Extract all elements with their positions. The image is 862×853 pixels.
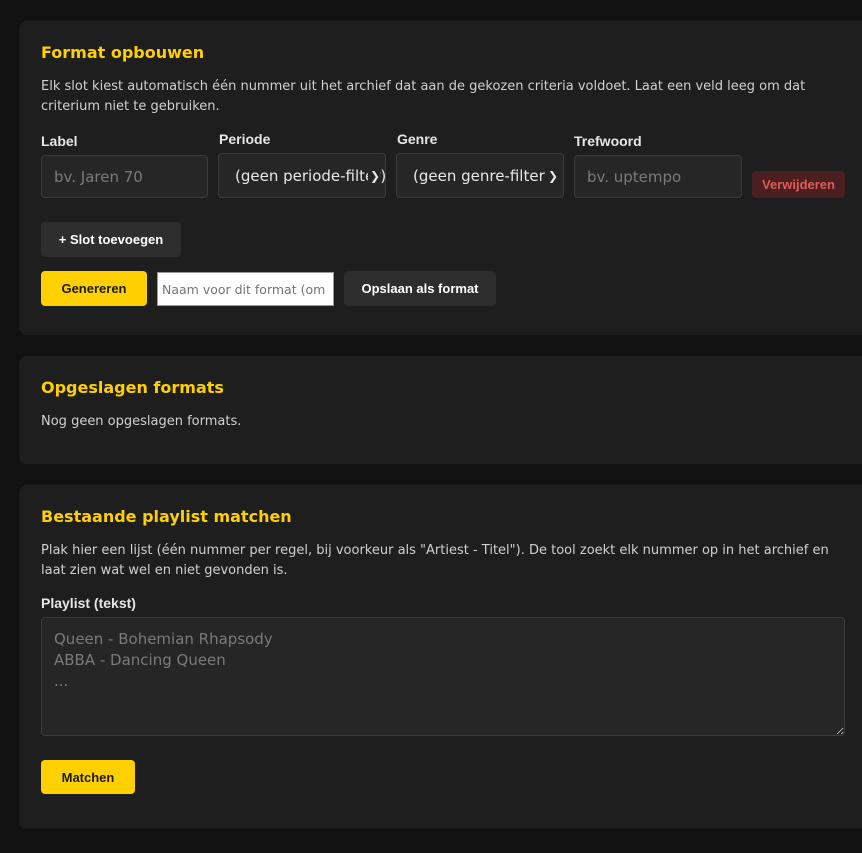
save-format-button[interactable]: Opslaan als format bbox=[344, 271, 496, 306]
format-builder-card: Format opbouwen Elk slot kiest automatis… bbox=[19, 21, 862, 335]
playlist-text-label: Playlist (tekst) bbox=[41, 595, 136, 611]
chevron-down-icon: ❯ bbox=[367, 168, 380, 183]
period-select[interactable]: (geen periode-filter) ❯ bbox=[218, 153, 386, 198]
format-name-input[interactable] bbox=[157, 272, 334, 306]
slot-genre-label: Genre bbox=[397, 131, 438, 147]
playlist-matcher-card: Bestaande playlist matchen Plak hier een… bbox=[19, 485, 862, 829]
generate-button[interactable]: Genereren bbox=[41, 271, 147, 306]
slot-period-label: Periode bbox=[219, 131, 271, 147]
genre-select[interactable]: (geen genre-filter) ❯ bbox=[396, 153, 564, 198]
slot-keyword-label: Trefwoord bbox=[574, 133, 642, 149]
format-builder-title: Format opbouwen bbox=[41, 43, 205, 62]
slot-keyword-input[interactable] bbox=[574, 155, 742, 198]
match-button[interactable]: Matchen bbox=[41, 760, 135, 794]
slot-label-label: Label bbox=[41, 133, 78, 149]
playlist-matcher-description: Plak hier een lijst (één nummer per rege… bbox=[41, 543, 829, 578]
saved-formats-title: Opgeslagen formats bbox=[41, 378, 224, 397]
period-select-value: (geen periode-filter) bbox=[235, 166, 386, 185]
saved-formats-empty-text: Nog geen opgeslagen formats. bbox=[41, 414, 242, 429]
genre-select-value: (geen genre-filter) bbox=[413, 166, 551, 185]
add-slot-button[interactable]: + Slot toevoegen bbox=[41, 222, 181, 257]
slot-label-input[interactable] bbox=[41, 155, 208, 198]
chevron-down-icon: ❯ bbox=[545, 168, 558, 183]
playlist-textarea[interactable] bbox=[41, 617, 845, 736]
playlist-matcher-title: Bestaande playlist matchen bbox=[41, 507, 292, 526]
remove-slot-button[interactable]: Verwijderen bbox=[752, 171, 845, 198]
saved-formats-card: Opgeslagen formats Nog geen opgeslagen f… bbox=[19, 356, 862, 464]
format-builder-description: Elk slot kiest automatisch één nummer ui… bbox=[41, 79, 806, 114]
